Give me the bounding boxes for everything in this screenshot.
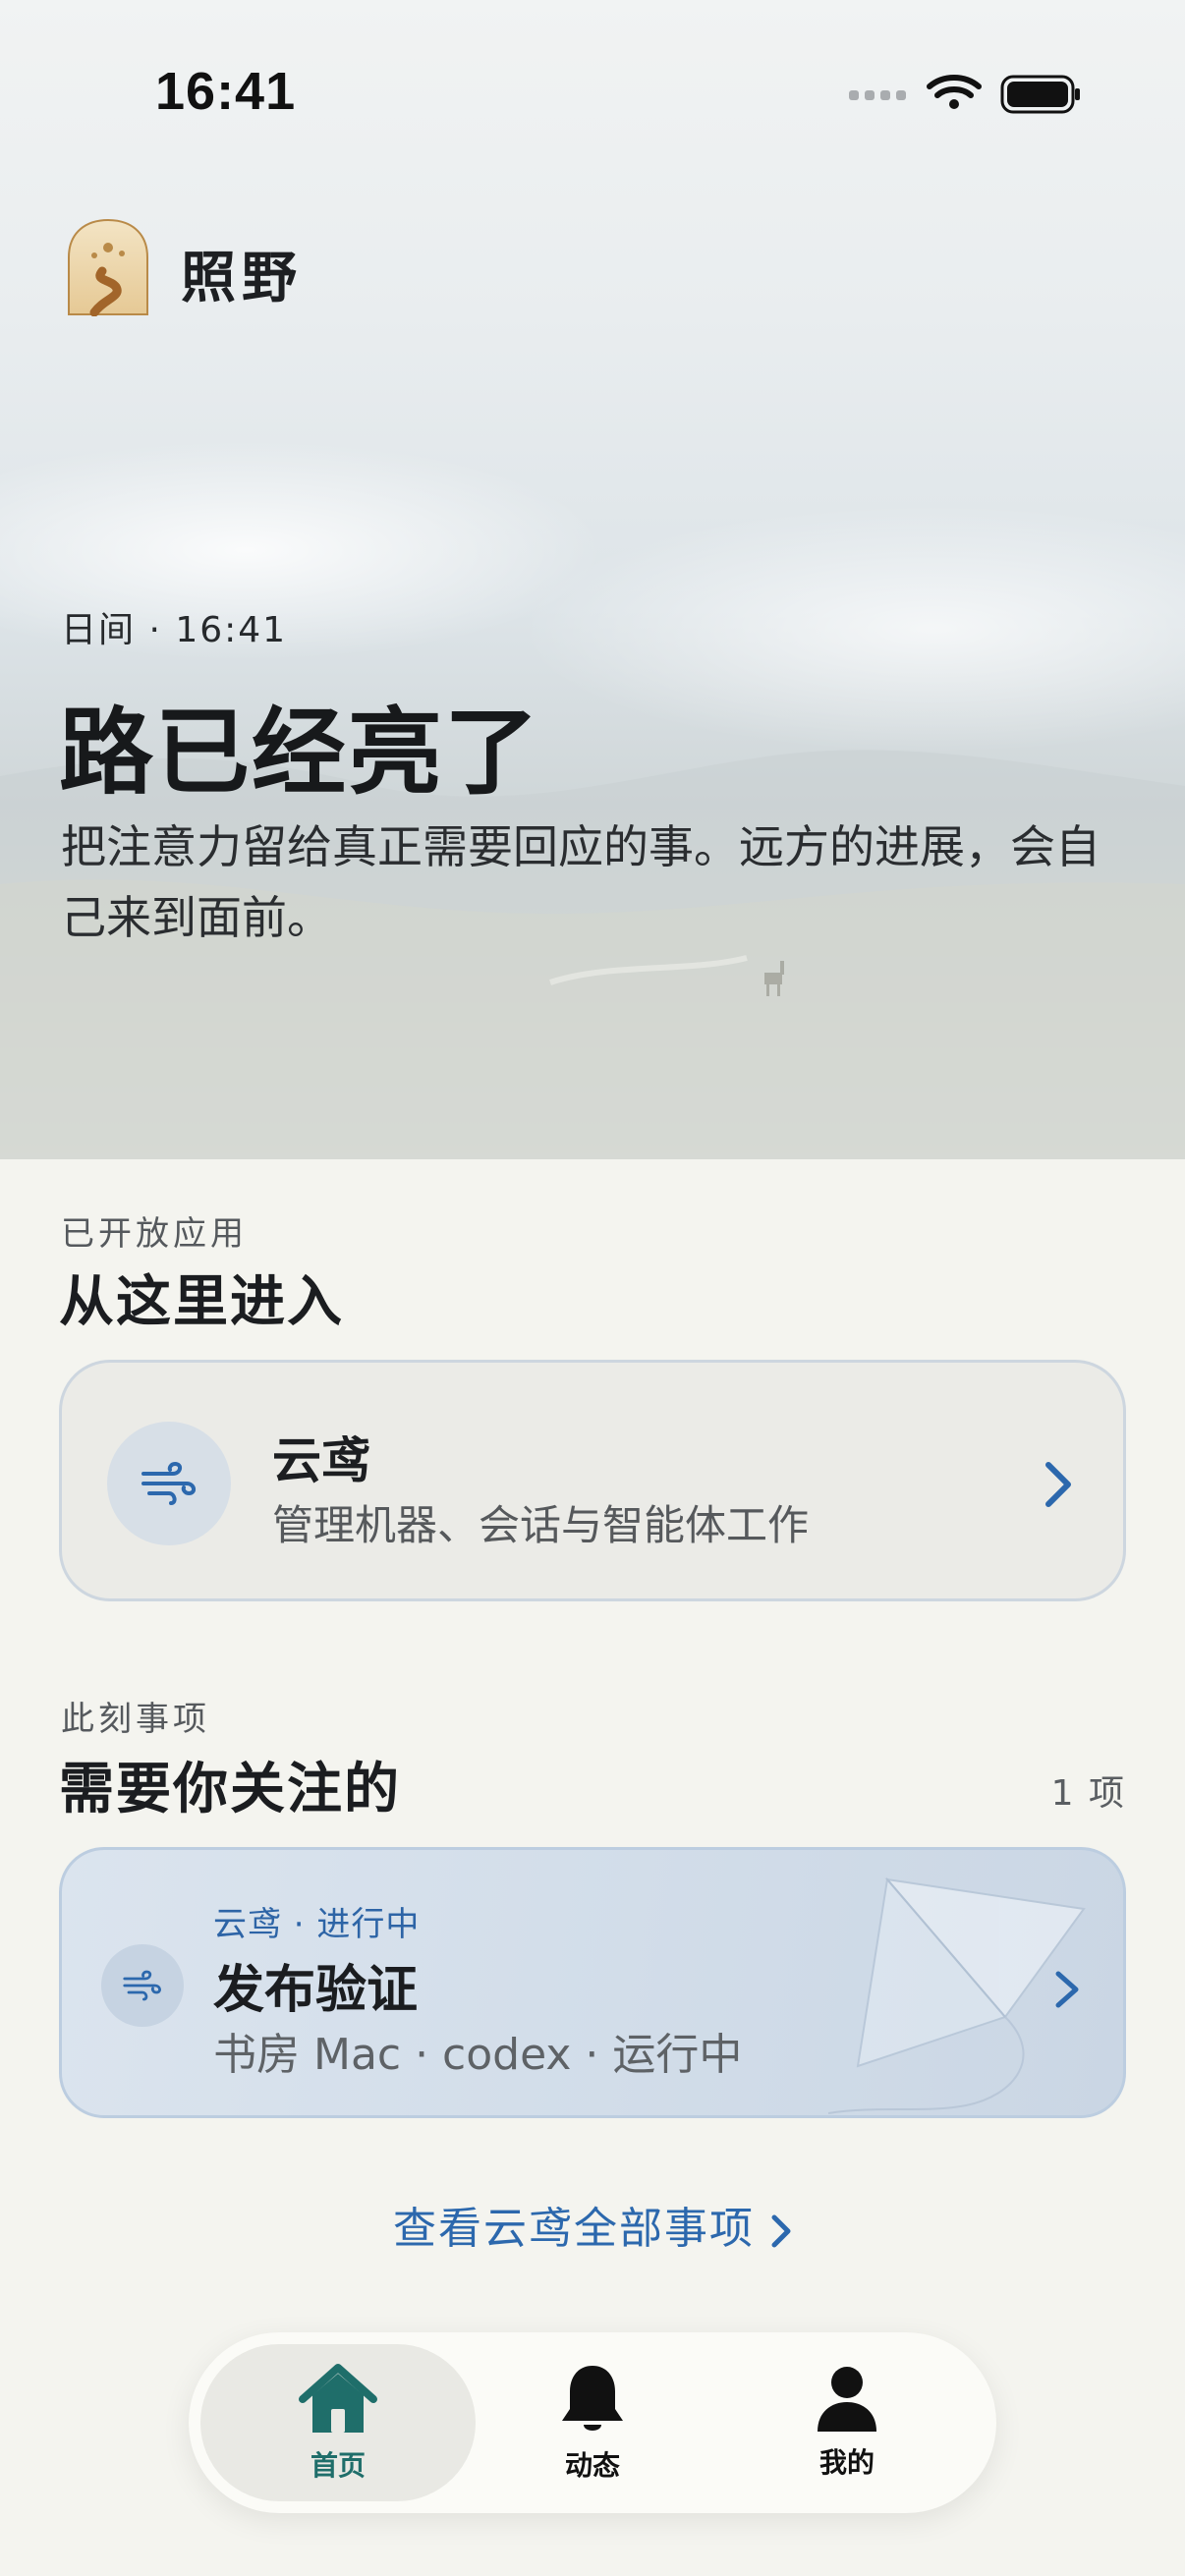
- wifi-icon: [927, 75, 982, 109]
- signal-icon: [849, 90, 906, 100]
- view-all-link[interactable]: 查看云鸢全部事项: [0, 2193, 1185, 2256]
- status-icons: [847, 71, 1083, 120]
- task-icon-circle: [101, 1944, 184, 2027]
- app-card-yunyuan[interactable]: 云鸢 管理机器、会话与智能体工作: [59, 1360, 1126, 1601]
- wind-icon: [141, 1461, 196, 1505]
- hero-meta: 日间 · 16:41: [61, 610, 288, 650]
- apps-section-eyebrow: 已开放应用: [61, 1214, 248, 1254]
- view-all-label: 查看云鸢全部事项: [393, 2204, 755, 2254]
- apps-section-title: 从这里进入: [59, 1270, 344, 1334]
- bell-icon: [562, 2366, 623, 2431]
- hero-title: 路已经亮了: [59, 698, 540, 808]
- tab-profile-label: 我的: [818, 2446, 875, 2479]
- tasks-section-eyebrow: 此刻事项: [61, 1700, 210, 1739]
- task-meta: 书房 Mac · codex · 运行中: [213, 2030, 743, 2080]
- status-time: 16:41: [155, 62, 297, 121]
- app-name: 照野: [181, 247, 303, 310]
- tab-activity[interactable]: 动态: [455, 2344, 730, 2501]
- home-icon: [299, 2364, 377, 2433]
- tab-home-label: 首页: [310, 2449, 366, 2482]
- app-icon-circle: [107, 1422, 231, 1545]
- tab-home[interactable]: 首页: [200, 2344, 476, 2501]
- battery-icon: [1000, 75, 1080, 114]
- tab-bar: 首页 动态 我的: [189, 2332, 996, 2513]
- chevron-right-icon: [1055, 1971, 1079, 2008]
- hero-landscape-background: [0, 0, 1185, 1159]
- app-name-label: 云鸢: [272, 1432, 370, 1489]
- chevron-right-icon: [771, 2214, 791, 2248]
- tab-profile[interactable]: 我的: [709, 2344, 985, 2501]
- app-description: 管理机器、会话与智能体工作: [272, 1501, 810, 1549]
- tab-activity-label: 动态: [564, 2449, 620, 2482]
- app-logo-icon: [65, 218, 151, 317]
- task-card[interactable]: 云鸢 · 进行中 发布验证 书房 Mac · codex · 运行中: [59, 1847, 1126, 2118]
- hero-description: 把注意力留给真正需要回应的事。远方的进展，会自己来到面前。: [61, 820, 1100, 944]
- task-status-tag: 云鸢 · 进行中: [213, 1905, 421, 1944]
- wind-icon: [123, 1970, 161, 2001]
- person-icon: [818, 2367, 876, 2432]
- chevron-right-icon: [1045, 1462, 1071, 1507]
- task-count: 1 项: [1050, 1773, 1126, 1814]
- tasks-section-title: 需要你关注的: [59, 1758, 401, 1821]
- task-title: 发布验证: [213, 1961, 419, 2020]
